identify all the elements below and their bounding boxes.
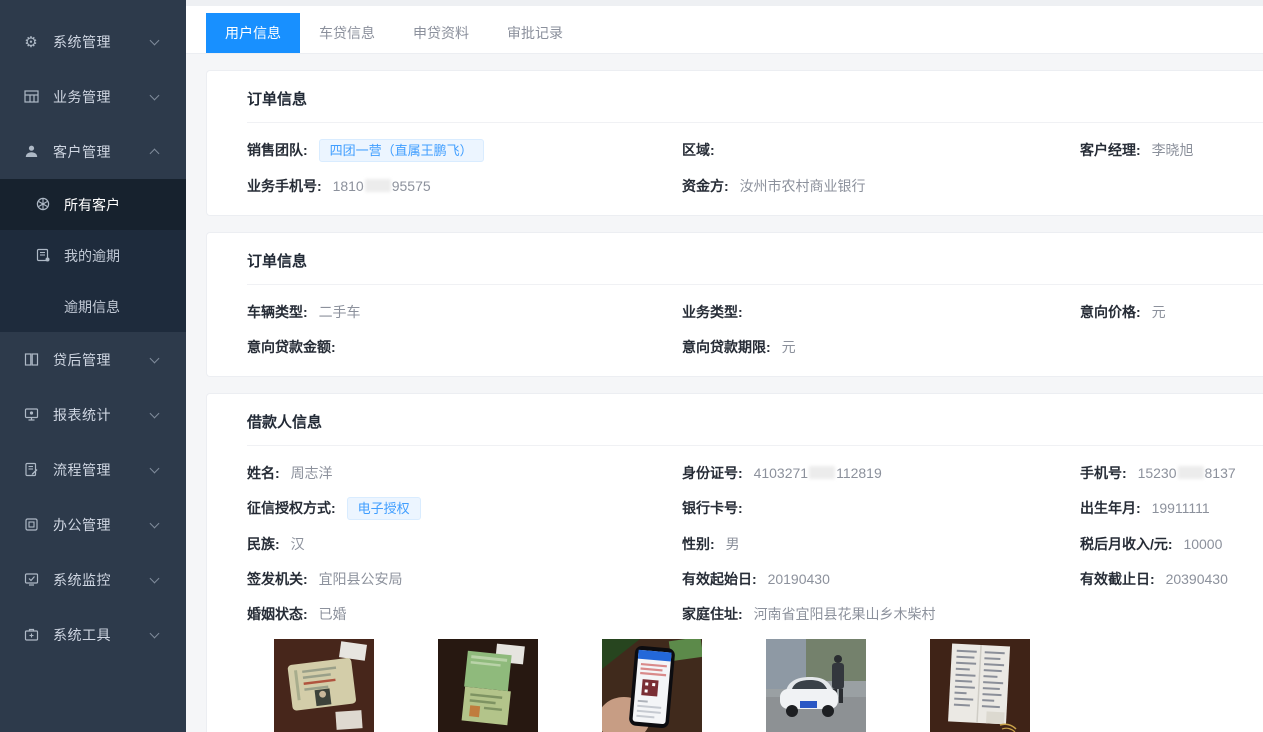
- tab-loan-application-materials[interactable]: 申贷资料: [394, 13, 488, 53]
- card-title: 订单信息: [247, 88, 1263, 123]
- sidebar-item-label: 流程管理: [53, 460, 111, 480]
- chevron-down-icon: [150, 35, 160, 45]
- field-home-address: 家庭住址: 河南省宜阳县花果山乡木柴村: [682, 603, 1080, 625]
- sidebar: ⚙ 系统管理 业务管理 客户管理 所有客户: [0, 0, 186, 732]
- tools-icon: [22, 626, 40, 644]
- field-name: 姓名: 周志洋: [247, 462, 682, 484]
- field-gender: 性别: 男: [682, 533, 1080, 555]
- green-certificate-photo-thumbnail[interactable]: [438, 639, 538, 732]
- field-valid-to: 有效截止日: 20390430: [1080, 568, 1263, 590]
- sidebar-item-label: 逾期信息: [64, 297, 120, 317]
- field-issuing-authority: 签发机关: 宜阳县公安局: [247, 568, 682, 590]
- field-region: 区域:: [682, 139, 1080, 162]
- tab-user-info[interactable]: 用户信息: [206, 13, 300, 53]
- field-birth-date: 出生年月: 19911111: [1080, 497, 1263, 520]
- sidebar-item-label: 业务管理: [53, 87, 111, 107]
- sidebar-item-system-monitor[interactable]: 系统监控: [0, 552, 186, 607]
- person-with-car-photo-thumbnail[interactable]: [766, 639, 866, 732]
- sidebar-item-system-management[interactable]: ⚙ 系统管理: [0, 14, 186, 69]
- all-customers-icon: [36, 197, 52, 213]
- redaction-blur: [1178, 466, 1204, 479]
- borrower-info-card: 借款人信息 姓名: 周志洋 身份证号: 4103271112819 手机号: 1…: [206, 393, 1263, 732]
- sidebar-item-report-statistics[interactable]: 报表统计: [0, 387, 186, 442]
- gear-icon: ⚙: [22, 33, 40, 51]
- id-card-photo-thumbnail[interactable]: [274, 639, 374, 732]
- field-vehicle-type: 车辆类型: 二手车: [247, 301, 682, 323]
- main-content: 用户信息 车贷信息 申贷资料 审批记录 订单信息 销售团队: 四团一营（直属王鹏…: [186, 0, 1263, 732]
- field-business-phone: 业务手机号: 181095575: [247, 175, 682, 197]
- sidebar-item-label: 办公管理: [53, 515, 111, 535]
- field-credit-auth-method: 征信授权方式: 电子授权: [247, 497, 682, 520]
- sidebar-item-overdue-info[interactable]: 逾期信息: [0, 281, 186, 332]
- sidebar-item-system-tools[interactable]: 系统工具: [0, 607, 186, 662]
- chevron-down-icon: [150, 628, 160, 638]
- paper-document-photo-thumbnail[interactable]: [930, 639, 1030, 732]
- field-sales-team: 销售团队: 四团一营（直属王鹏飞）: [247, 139, 682, 162]
- office-icon: [22, 516, 40, 534]
- redaction-blur: [365, 179, 391, 192]
- credit-auth-tag[interactable]: 电子授权: [347, 497, 421, 520]
- book-icon: [22, 351, 40, 369]
- sales-team-tag[interactable]: 四团一营（直属王鹏飞）: [319, 139, 484, 162]
- field-intent-loan-amount: 意向贷款金额:: [247, 336, 682, 358]
- sidebar-item-label: 我的逾期: [64, 246, 120, 266]
- process-icon: [22, 461, 40, 479]
- field-bank-card: 银行卡号:: [682, 497, 1080, 520]
- tab-car-loan-info[interactable]: 车贷信息: [300, 13, 394, 53]
- field-funder: 资金方: 汝州市农村商业银行: [682, 175, 1080, 197]
- user-icon: [22, 143, 40, 161]
- sidebar-item-label: 系统监控: [53, 570, 111, 590]
- field-marital-status: 婚姻状态: 已婚: [247, 603, 682, 625]
- sidebar-item-customer-management[interactable]: 客户管理: [0, 124, 186, 179]
- chart-monitor-icon: [22, 406, 40, 424]
- sidebar-item-label: 报表统计: [53, 405, 111, 425]
- field-ethnicity: 民族: 汉: [247, 533, 682, 555]
- chevron-down-icon: [150, 353, 160, 363]
- field-mobile-phone: 手机号: 152308137: [1080, 462, 1263, 484]
- field-intent-price: 意向价格: 元: [1080, 301, 1263, 323]
- field-business-type: 业务类型:: [682, 301, 1080, 323]
- sidebar-item-office-management[interactable]: 办公管理: [0, 497, 186, 552]
- field-monthly-income: 税后月收入/元: 10000: [1080, 533, 1263, 555]
- monitor-icon: [22, 571, 40, 589]
- sidebar-item-all-customers[interactable]: 所有客户: [0, 179, 186, 230]
- field-intent-loan-term: 意向贷款期限: 元: [682, 336, 1080, 358]
- chevron-down-icon: [150, 518, 160, 528]
- sidebar-item-process-management[interactable]: 流程管理: [0, 442, 186, 497]
- card-title: 借款人信息: [247, 411, 1263, 446]
- customer-submenu: 所有客户 我的逾期 逾期信息: [0, 179, 186, 332]
- tab-approval-records[interactable]: 审批记录: [488, 13, 582, 53]
- ledger-icon: [36, 248, 52, 264]
- sidebar-item-label: 所有客户: [64, 195, 120, 215]
- chevron-down-icon: [150, 408, 160, 418]
- sidebar-item-label: 系统管理: [53, 32, 111, 52]
- document-photo-row: 个人照: [274, 639, 1263, 732]
- redaction-blur: [809, 466, 835, 479]
- order-info-card: 订单信息 销售团队: 四团一营（直属王鹏飞） 区域: 客户经理: 李晓旭: [206, 70, 1263, 216]
- sidebar-item-my-overdue[interactable]: 我的逾期: [0, 230, 186, 281]
- cards-container: 订单信息 销售团队: 四团一营（直属王鹏飞） 区域: 客户经理: 李晓旭: [186, 54, 1263, 732]
- app-window: ⚙ 系统管理 业务管理 客户管理 所有客户: [0, 0, 1263, 732]
- chevron-down-icon: [150, 463, 160, 473]
- loan-intent-card: 订单信息 车辆类型: 二手车 业务类型: 意向价格: 元: [206, 232, 1263, 377]
- sidebar-item-label: 贷后管理: [53, 350, 111, 370]
- sidebar-item-label: 客户管理: [53, 142, 111, 162]
- phone-authorization-photo-thumbnail[interactable]: [602, 639, 702, 732]
- chevron-down-icon: [150, 573, 160, 583]
- sidebar-item-postloan-management[interactable]: 贷后管理: [0, 332, 186, 387]
- sidebar-item-business-management[interactable]: 业务管理: [0, 69, 186, 124]
- field-account-manager: 客户经理: 李晓旭: [1080, 139, 1263, 162]
- sidebar-item-label: 系统工具: [53, 625, 111, 645]
- detail-tabbar: 用户信息 车贷信息 申贷资料 审批记录: [186, 6, 1263, 54]
- chevron-down-icon: [150, 90, 160, 100]
- grid-icon: [22, 88, 40, 106]
- field-valid-from: 有效起始日: 20190430: [682, 568, 1080, 590]
- field-id-number: 身份证号: 4103271112819: [682, 462, 1080, 484]
- chevron-up-icon: [150, 149, 160, 159]
- card-title: 订单信息: [247, 250, 1263, 285]
